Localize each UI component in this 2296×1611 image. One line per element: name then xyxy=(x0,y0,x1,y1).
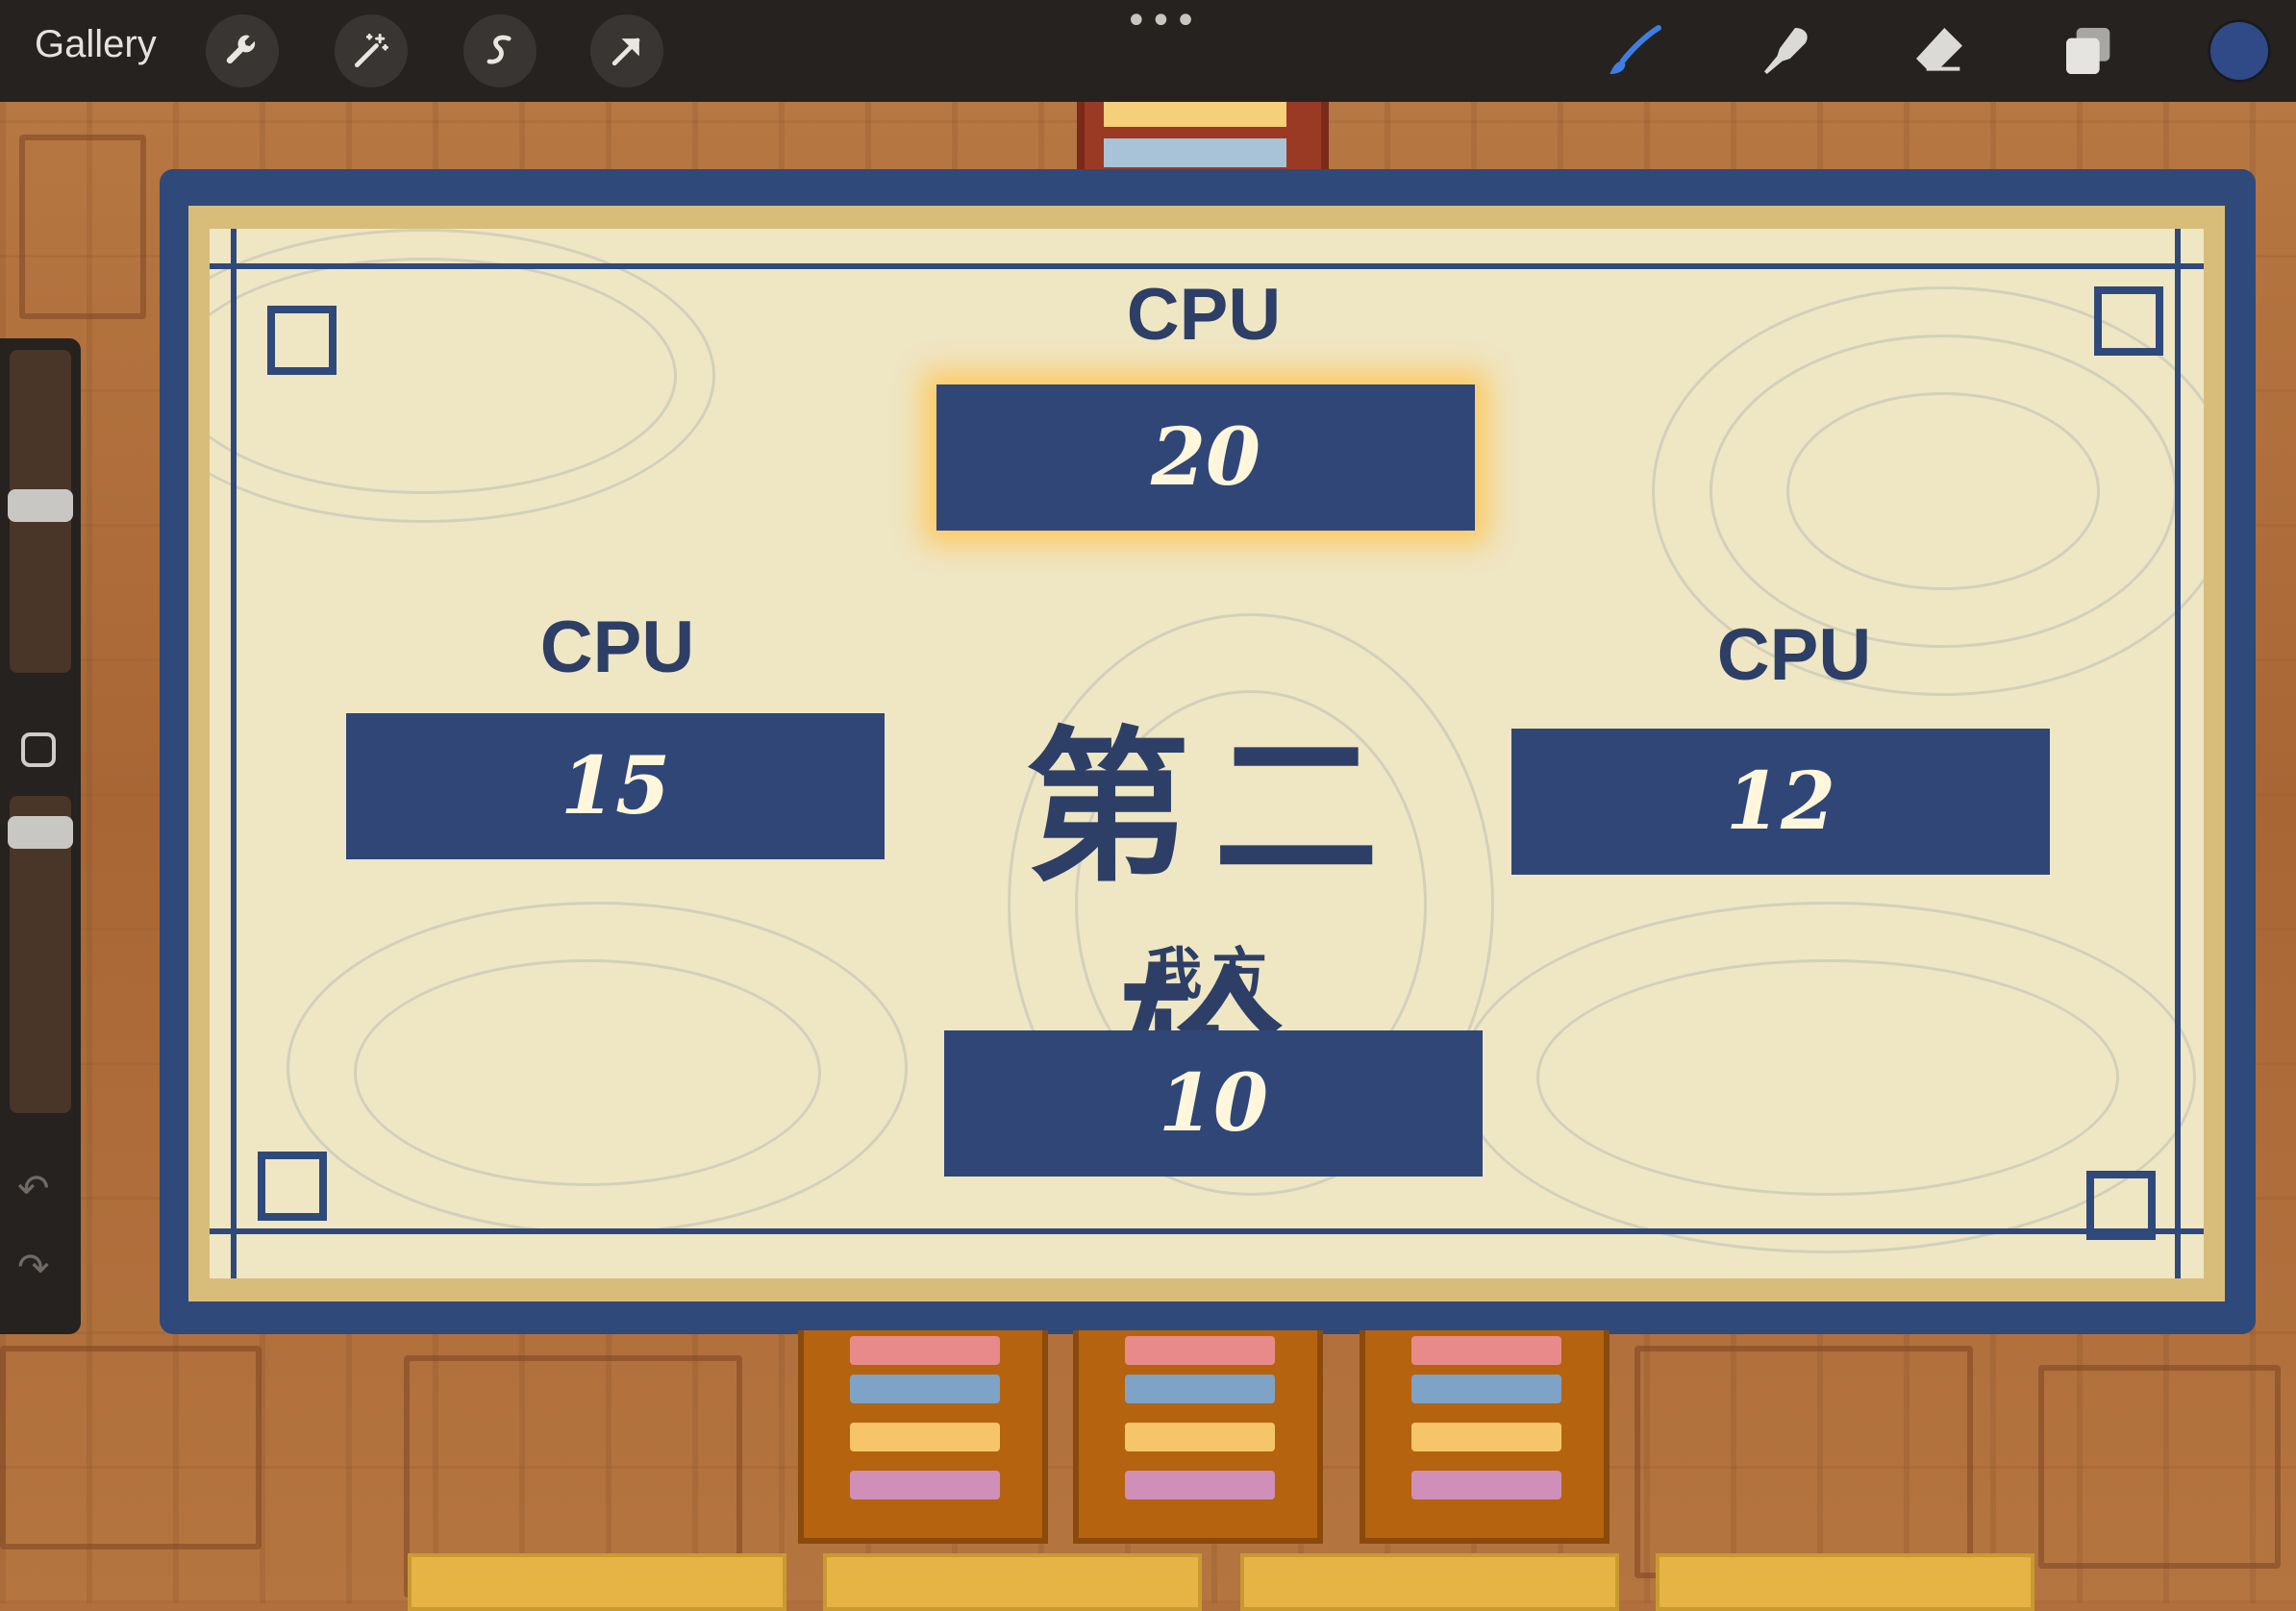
undo-icon[interactable]: ↶ xyxy=(17,1167,50,1211)
top-player-score: 20 xyxy=(936,384,1475,531)
brush-size-thumb[interactable] xyxy=(8,488,73,522)
top-card-stack xyxy=(1077,102,1329,175)
brush-icon[interactable] xyxy=(1600,15,1671,87)
card-stack-1 xyxy=(798,1330,1048,1544)
magic-wand-icon[interactable] xyxy=(335,14,408,87)
our-side-label: 我方 xyxy=(1145,941,1277,1006)
bottom-tile-1 xyxy=(408,1553,786,1611)
modify-button[interactable] xyxy=(21,732,56,767)
smudge-icon[interactable] xyxy=(1752,15,1823,87)
opacity-thumb[interactable] xyxy=(8,815,73,849)
color-picker-button[interactable] xyxy=(2208,19,2271,83)
card-stack-3 xyxy=(1360,1330,1610,1544)
layers-icon[interactable] xyxy=(2054,15,2125,87)
wrench-icon[interactable] xyxy=(206,14,279,87)
left-player-label: CPU xyxy=(539,607,695,688)
card-stack-2 xyxy=(1073,1330,1323,1544)
our-side-score: 10 xyxy=(944,1030,1483,1177)
eraser-icon[interactable] xyxy=(1904,15,1975,87)
bottom-tile-2 xyxy=(823,1553,1202,1611)
top-toolbar: Gallery ••• xyxy=(0,0,2296,102)
redo-icon[interactable]: ↷ xyxy=(17,1246,50,1290)
right-player-score: 12 xyxy=(1511,729,2050,875)
left-sidebar: ↶ ↷ xyxy=(0,338,81,1334)
gallery-button[interactable]: Gallery xyxy=(35,23,157,66)
left-player-score: 15 xyxy=(346,713,885,859)
top-player-label: CPU xyxy=(1126,274,1282,356)
right-player-label: CPU xyxy=(1716,614,1872,696)
bottom-tile-4 xyxy=(1656,1553,2034,1611)
bottom-tile-3 xyxy=(1240,1553,1619,1611)
selection-icon[interactable] xyxy=(463,14,537,87)
more-options-icon[interactable]: ••• xyxy=(1125,2,1199,40)
transform-arrow-icon[interactable] xyxy=(590,14,663,87)
